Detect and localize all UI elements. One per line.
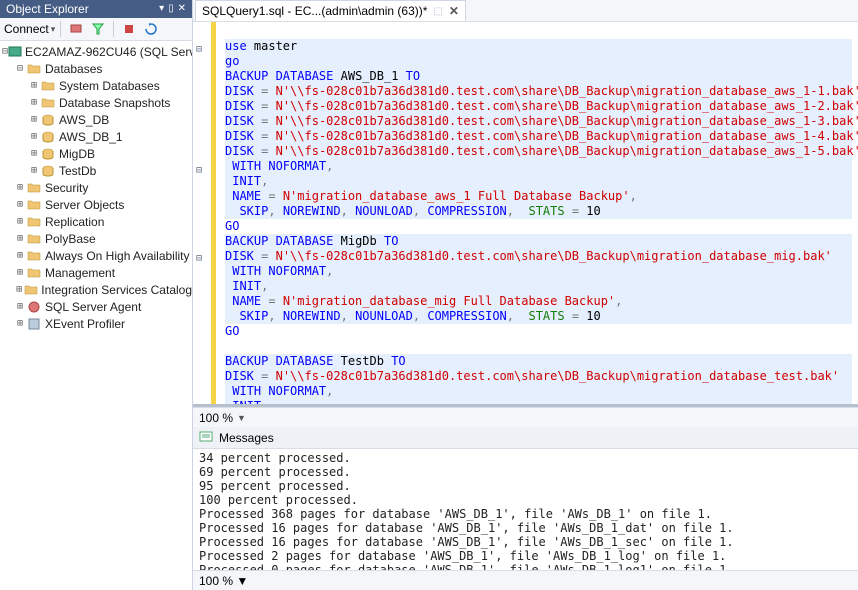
editor-area: SQLQuery1.sql - EC...(admin\admin (63))*… [193,0,858,590]
fold-icon[interactable]: ⊟ [193,253,205,264]
zoom-dropdown[interactable]: 100 % ▼ [199,574,248,588]
database-icon [40,130,56,144]
messages-tab-label: Messages [219,431,274,445]
folder-icon [26,181,42,195]
pin-icon[interactable]: ▯ [168,4,174,14]
msg-line: Processed 16 pages for database 'AWS_DB_… [199,521,852,535]
code-content[interactable]: use master go BACKUP DATABASE AWS_DB_1 T… [219,22,858,404]
close-panel-icon[interactable]: ✕ [178,4,186,14]
xevent-icon [26,317,42,331]
msg-line: 100 percent processed. [199,493,852,507]
zoom-dropdown[interactable]: 100 % ▼ [199,411,246,425]
object-explorer-titlebar: Object Explorer ▾ ▯ ✕ [0,0,192,18]
tree-agent[interactable]: ⊞ SQL Server Agent [0,298,192,315]
msg-line: 95 percent processed. [199,479,852,493]
tree-polybase[interactable]: ⊞ PolyBase [0,230,192,247]
object-explorer-panel: Object Explorer ▾ ▯ ✕ Connect ▾ ⊟ EC2AMA… [0,0,193,590]
stop-icon[interactable] [119,20,139,38]
tree-xevent[interactable]: ⊞ XEvent Profiler [0,315,192,332]
messages-tab[interactable]: Messages [193,427,858,449]
database-icon [40,147,56,161]
tree-system-databases[interactable]: ⊞ System Databases [0,77,192,94]
tree-awsdb1[interactable]: ⊞ AWS_DB_1 [0,128,192,145]
tree-replication[interactable]: ⊞ Replication [0,213,192,230]
fold-icon[interactable]: ⊟ [193,165,205,176]
msg-line: 69 percent processed. [199,465,852,479]
object-explorer-tree[interactable]: ⊟ EC2AMAZ-962CU46 (SQL Serve ⊟ Databases… [0,41,192,590]
msg-line: 34 percent processed. [199,451,852,465]
tree-security[interactable]: ⊞ Security [0,179,192,196]
tree-integration[interactable]: ⊞ Integration Services Catalog [0,281,192,298]
editor-zoom-bar: 100 % ▼ [193,407,858,427]
server-icon [8,45,22,59]
chevron-down-icon: ▼ [236,574,248,588]
folder-icon [26,62,42,76]
tree-management[interactable]: ⊞ Management [0,264,192,281]
object-explorer-title: Object Explorer [6,2,89,16]
messages-output[interactable]: 34 percent processed. 69 percent process… [193,449,858,570]
tab-label: SQLQuery1.sql - EC...(admin\admin (63))* [202,4,427,18]
connect-button[interactable]: Connect [4,22,49,36]
close-tab-icon[interactable]: ✕ [449,4,459,18]
tree-awsdb[interactable]: ⊞ AWS_DB [0,111,192,128]
object-explorer-toolbar: Connect ▾ [0,18,192,41]
filter-icon[interactable] [88,20,108,38]
tree-migdb[interactable]: ⊞ MigDB [0,145,192,162]
folder-icon [26,249,42,263]
tree-testdb[interactable]: ⊞ TestDb [0,162,192,179]
tree-server-objects[interactable]: ⊞ Server Objects [0,196,192,213]
tree-server-node[interactable]: ⊟ EC2AMAZ-962CU46 (SQL Serve [0,43,192,60]
editor-tabbar: SQLQuery1.sql - EC...(admin\admin (63))*… [193,0,858,22]
tree-always-on[interactable]: ⊞ Always On High Availability [0,247,192,264]
msg-line: Processed 0 pages for database 'AWS_DB_1… [199,563,852,570]
database-icon [40,113,56,127]
msg-line: Processed 368 pages for database 'AWS_DB… [199,507,852,521]
tree-db-snapshots[interactable]: ⊞ Database Snapshots [0,94,192,111]
messages-zoom-bar: 100 % ▼ [193,570,858,590]
folder-icon [40,79,56,93]
folder-icon [40,96,56,110]
sql-editor[interactable]: ⊟ ⊟ ⊟ use master go BACKUP DATABASE AWS_… [193,22,858,407]
folder-icon [26,198,42,212]
messages-icon [199,431,213,445]
msg-line: Processed 2 pages for database 'AWS_DB_1… [199,549,852,563]
folder-icon [24,283,38,297]
msg-line: Processed 16 pages for database 'AWS_DB_… [199,535,852,549]
folder-icon [26,266,42,280]
dropdown-icon[interactable]: ▾ [159,4,164,14]
agent-icon [26,300,42,314]
disconnect-icon[interactable] [66,20,86,38]
refresh-icon[interactable] [141,20,161,38]
database-icon [40,164,56,178]
fold-icon[interactable]: ⊟ [193,44,205,55]
folder-icon [26,215,42,229]
tree-databases[interactable]: ⊟ Databases [0,60,192,77]
pin-tab-icon[interactable]: ⬚ [433,6,442,17]
editor-tab[interactable]: SQLQuery1.sql - EC...(admin\admin (63))*… [195,0,466,21]
folder-icon [26,232,42,246]
chevron-down-icon: ▼ [237,413,246,423]
